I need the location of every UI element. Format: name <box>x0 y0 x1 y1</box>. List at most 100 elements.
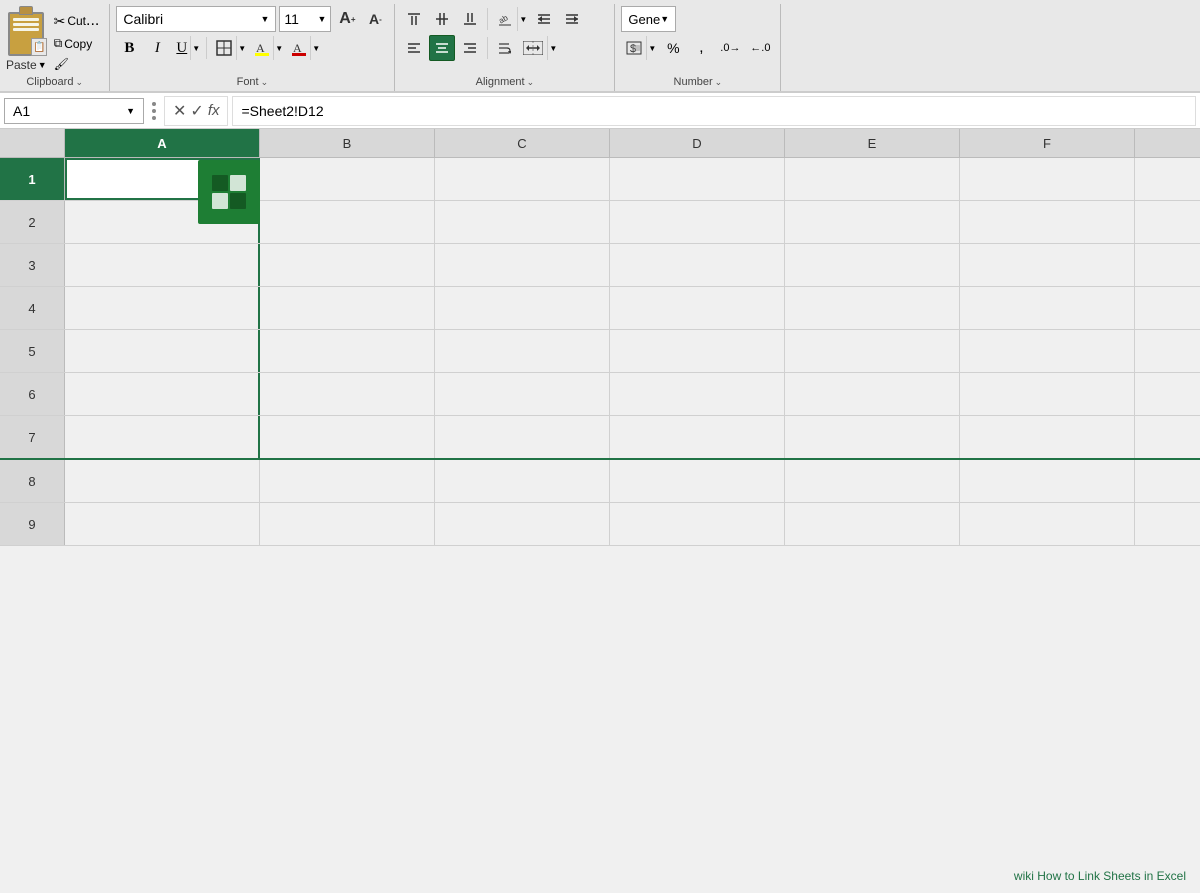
cell-c2[interactable] <box>435 201 610 243</box>
col-header-c[interactable]: C <box>435 129 610 157</box>
decrease-decimal-button[interactable]: ←.0 <box>746 35 774 61</box>
merge-center-dropdown-icon[interactable]: ▼ <box>547 36 558 60</box>
wrap-text-button[interactable] <box>492 35 516 61</box>
borders-button[interactable]: ▼ <box>211 35 248 61</box>
row-header-1[interactable]: 1 <box>0 158 65 200</box>
font-expand-icon[interactable]: ⌄ <box>261 77 269 88</box>
fill-color-main[interactable]: A <box>251 36 273 60</box>
cell-c6[interactable] <box>435 373 610 415</box>
cell-c4[interactable] <box>435 287 610 329</box>
font-color-button[interactable]: A ▼ <box>287 35 322 61</box>
cell-e7[interactable] <box>785 416 960 458</box>
currency-button[interactable]: $ ▼ <box>621 35 658 61</box>
wrap-text-main[interactable] <box>493 36 515 60</box>
borders-main[interactable] <box>212 36 236 60</box>
cell-b7[interactable] <box>260 416 435 458</box>
cell-e9[interactable] <box>785 503 960 545</box>
cell-a5[interactable] <box>65 330 260 372</box>
cell-a9[interactable] <box>65 503 260 545</box>
cell-c9[interactable] <box>435 503 610 545</box>
clipboard-expand-icon[interactable]: ⌄ <box>75 77 83 88</box>
cell-c1[interactable] <box>435 158 610 200</box>
number-expand-icon[interactable]: ⌄ <box>715 77 723 88</box>
cell-b9[interactable] <box>260 503 435 545</box>
increase-decimal-button[interactable]: .0→ <box>716 35 744 61</box>
number-format-dropdown[interactable]: Gene ▼ <box>621 6 676 32</box>
cell-a1[interactable] <box>65 158 260 200</box>
cut-button[interactable]: ✂ Cut... <box>50 10 104 32</box>
cell-d3[interactable] <box>610 244 785 286</box>
cell-b4[interactable] <box>260 287 435 329</box>
font-color-main[interactable]: A <box>288 36 310 60</box>
cell-b2[interactable] <box>260 201 435 243</box>
format-painter-button[interactable]: 🖌 <box>50 55 104 73</box>
row-header-4[interactable]: 4 <box>0 287 65 329</box>
cell-f2[interactable] <box>960 201 1135 243</box>
cell-e6[interactable] <box>785 373 960 415</box>
cell-e5[interactable] <box>785 330 960 372</box>
formula-input-container[interactable]: =Sheet2!D12 <box>232 96 1196 126</box>
col-header-a[interactable]: A <box>65 129 260 157</box>
currency-main[interactable]: $ <box>622 36 646 60</box>
font-color-dropdown-icon[interactable]: ▼ <box>310 36 321 60</box>
align-middle-button[interactable] <box>429 6 455 32</box>
cell-d8[interactable] <box>610 460 785 502</box>
bold-button[interactable]: B <box>116 35 142 61</box>
cell-a7[interactable] <box>65 416 260 458</box>
cell-a6[interactable] <box>65 373 260 415</box>
row-header-2[interactable]: 2 <box>0 201 65 243</box>
cell-a8[interactable] <box>65 460 260 502</box>
underline-button[interactable]: U ▼ <box>172 35 202 61</box>
cell-b8[interactable] <box>260 460 435 502</box>
cell-b5[interactable] <box>260 330 435 372</box>
paste-dropdown-icon[interactable]: ▼ <box>38 60 47 70</box>
cell-f3[interactable] <box>960 244 1135 286</box>
formula-confirm-button[interactable]: ✓ <box>190 101 203 121</box>
cell-c7[interactable] <box>435 416 610 458</box>
col-header-b[interactable]: B <box>260 129 435 157</box>
cell-f8[interactable] <box>960 460 1135 502</box>
underline-dropdown-icon[interactable]: ▼ <box>190 36 201 60</box>
text-align-center-button[interactable] <box>429 35 455 61</box>
underline-main[interactable]: U <box>173 36 190 60</box>
cell-f6[interactable] <box>960 373 1135 415</box>
text-align-right-button[interactable] <box>457 35 483 61</box>
cell-d1[interactable] <box>610 158 785 200</box>
row-header-8[interactable]: 8 <box>0 460 65 502</box>
row-header-9[interactable]: 9 <box>0 503 65 545</box>
font-size-increase-button[interactable]: A+ <box>334 6 360 32</box>
cell-f4[interactable] <box>960 287 1135 329</box>
cell-e1[interactable] <box>785 158 960 200</box>
cell-e2[interactable] <box>785 201 960 243</box>
orientation-main[interactable]: ab <box>493 7 517 31</box>
copy-button[interactable]: ⧉ Copy <box>50 34 104 53</box>
cell-d9[interactable] <box>610 503 785 545</box>
formula-fx-button[interactable]: fx <box>208 102 220 119</box>
cell-d5[interactable] <box>610 330 785 372</box>
borders-dropdown-icon[interactable]: ▼ <box>236 36 247 60</box>
cell-f9[interactable] <box>960 503 1135 545</box>
cell-e4[interactable] <box>785 287 960 329</box>
cell-f1[interactable] <box>960 158 1135 200</box>
orientation-dropdown-icon[interactable]: ▼ <box>517 7 528 31</box>
row-header-3[interactable]: 3 <box>0 244 65 286</box>
cell-e3[interactable] <box>785 244 960 286</box>
cell-b3[interactable] <box>260 244 435 286</box>
fill-color-dropdown-icon[interactable]: ▼ <box>273 36 284 60</box>
cell-c8[interactable] <box>435 460 610 502</box>
align-bottom-button[interactable] <box>457 6 483 32</box>
merge-center-main[interactable] <box>519 36 547 60</box>
cell-c5[interactable] <box>435 330 610 372</box>
cell-f5[interactable] <box>960 330 1135 372</box>
row-header-5[interactable]: 5 <box>0 330 65 372</box>
cell-b6[interactable] <box>260 373 435 415</box>
cell-f7[interactable] <box>960 416 1135 458</box>
cell-d6[interactable] <box>610 373 785 415</box>
cell-name-box[interactable]: A1 ▼ <box>4 98 144 124</box>
align-top-button[interactable] <box>401 6 427 32</box>
italic-button[interactable]: I <box>144 35 170 61</box>
cell-d7[interactable] <box>610 416 785 458</box>
comma-button[interactable]: , <box>688 35 714 61</box>
cell-e8[interactable] <box>785 460 960 502</box>
col-header-f[interactable]: F <box>960 129 1135 157</box>
